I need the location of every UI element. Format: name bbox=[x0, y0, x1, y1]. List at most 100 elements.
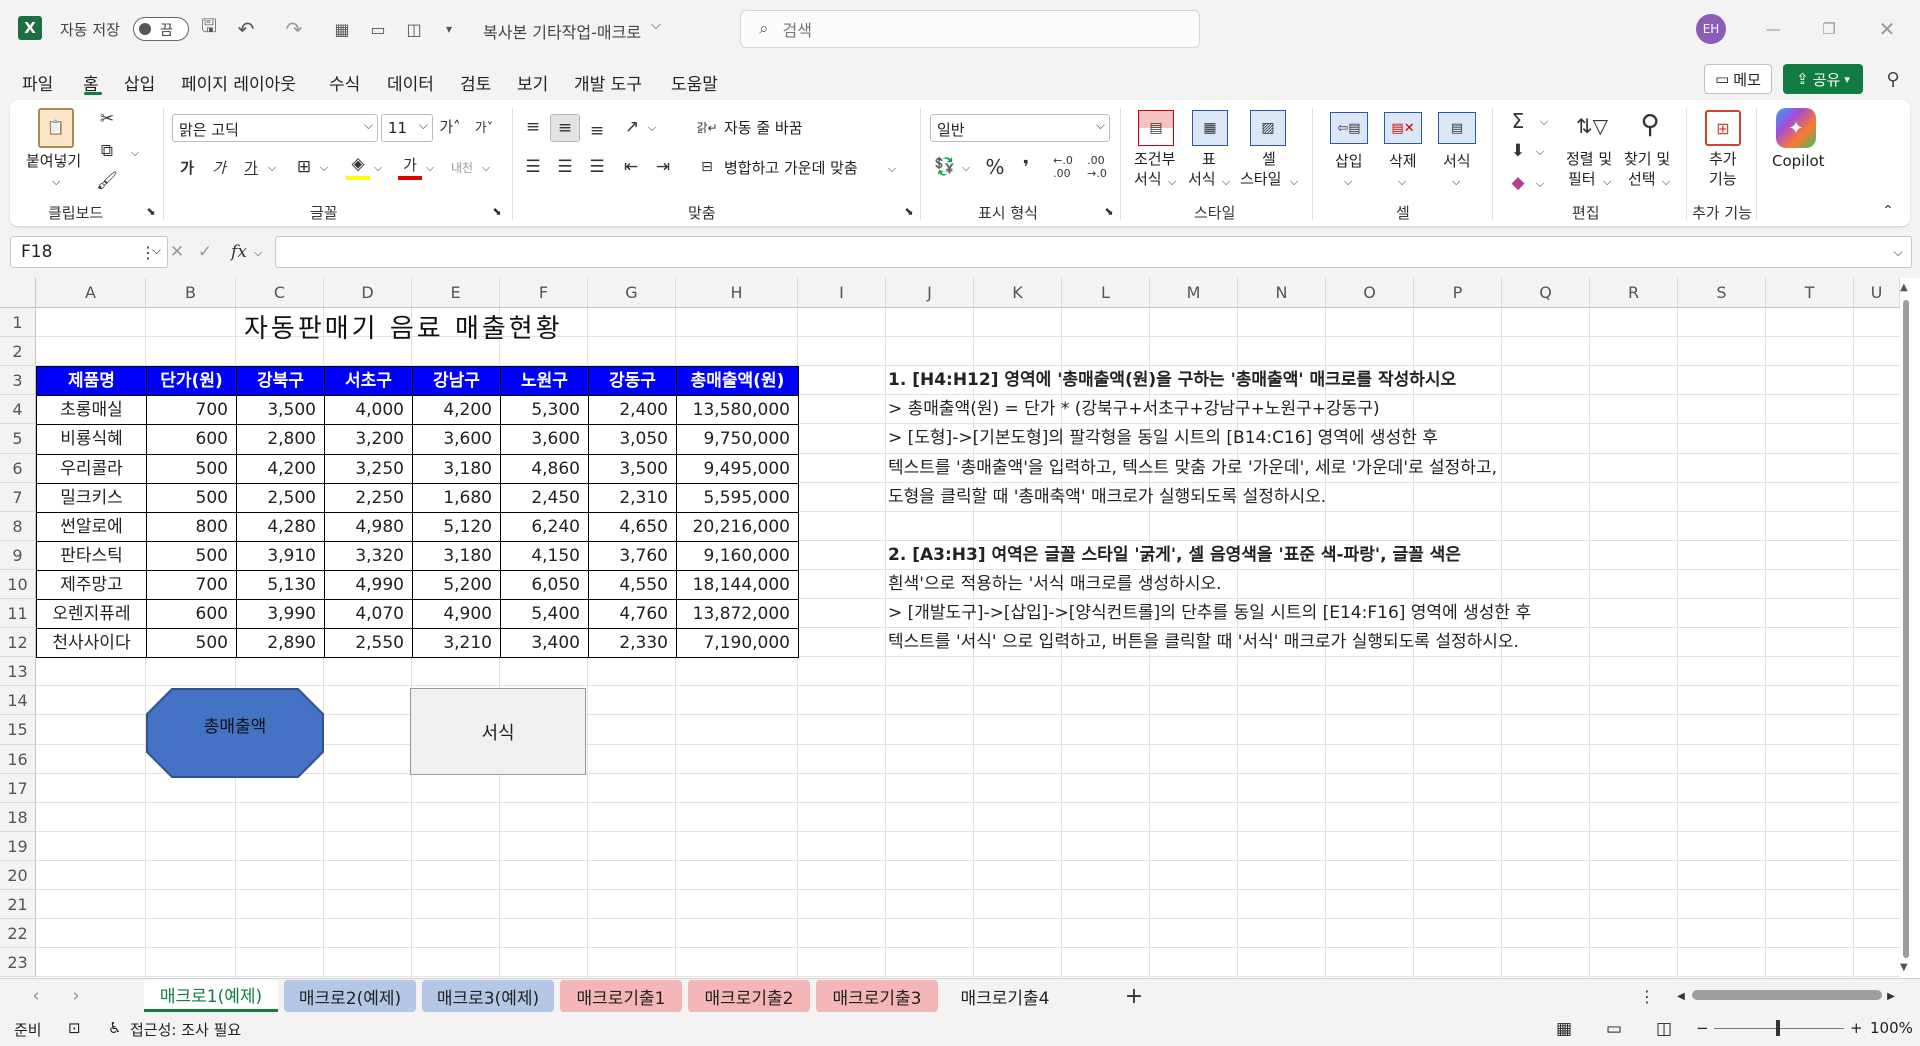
value-cell[interactable]: 5,300 bbox=[500, 395, 589, 425]
value-cell[interactable]: 3,180 bbox=[412, 454, 501, 484]
row-header-18[interactable]: 18 bbox=[0, 803, 36, 832]
find-select-icon[interactable]: ⚲ bbox=[1630, 106, 1670, 144]
copy-icon[interactable]: ⧉ bbox=[96, 140, 118, 162]
insert-cells-icon[interactable]: ⇦▤ bbox=[1330, 112, 1368, 144]
column-header-P[interactable]: P bbox=[1414, 278, 1502, 308]
zoom-out-icon[interactable]: − bbox=[1696, 1019, 1709, 1037]
sheet-tab[interactable]: 매크로기출2 bbox=[688, 980, 810, 1012]
column-header-H[interactable]: H bbox=[676, 278, 798, 308]
zoom-in-icon[interactable]: + bbox=[1850, 1019, 1863, 1037]
document-title[interactable]: 복사본 기타작업-매크로 bbox=[483, 19, 641, 43]
value-cell[interactable]: 3,600 bbox=[412, 424, 501, 455]
find-select-label-2[interactable]: 선택 bbox=[1628, 170, 1656, 189]
value-cell[interactable]: 3,910 bbox=[236, 541, 325, 571]
sheet-title[interactable]: 자동판매기 음료 매출현황 bbox=[244, 308, 563, 345]
value-cell[interactable]: 13,580,000 bbox=[676, 395, 799, 425]
cancel-icon[interactable]: ✕ bbox=[166, 240, 188, 264]
horizontal-scrollbar[interactable] bbox=[1692, 990, 1882, 1000]
add-ins-icon[interactable]: ⊞ bbox=[1705, 110, 1741, 146]
row-header-7[interactable]: 7 bbox=[0, 483, 36, 512]
value-cell[interactable]: 2,330 bbox=[588, 628, 677, 658]
value-cell[interactable]: 2,500 bbox=[236, 483, 325, 513]
wrap-text-icon[interactable]: 갉↵ bbox=[696, 116, 718, 138]
value-cell[interactable]: 2,250 bbox=[324, 483, 413, 513]
add-ins-label-2[interactable]: 기능 bbox=[1709, 170, 1737, 189]
autosum-icon[interactable]: Σ bbox=[1506, 108, 1530, 134]
font-name-select[interactable]: 맑은 고딕 ⌵ bbox=[172, 114, 378, 142]
memo-button[interactable]: ▭ 메모 bbox=[1704, 64, 1772, 94]
sort-filter-icon[interactable]: ⇅▽ bbox=[1572, 108, 1612, 144]
product-name-cell[interactable]: 밀크키스 bbox=[36, 483, 147, 513]
close-icon[interactable]: ✕ bbox=[1872, 14, 1902, 44]
expand-formula-icon[interactable]: ⌵ bbox=[1888, 240, 1908, 264]
orientation-icon[interactable]: ↗ bbox=[620, 114, 644, 140]
fill-chevron-icon[interactable]: ⌵ bbox=[372, 156, 384, 180]
product-name-cell[interactable]: 천사사이다 bbox=[36, 628, 147, 658]
instruction-line[interactable]: 2. [A3:H3] 여역은 글꼴 스타일 '굵게', 셀 음영색을 '표준 색… bbox=[888, 541, 1461, 570]
product-name-cell[interactable]: 제주망고 bbox=[36, 570, 147, 600]
value-cell[interactable]: 2,450 bbox=[500, 483, 589, 513]
clear-chevron-icon[interactable]: ⌵ bbox=[1534, 172, 1546, 196]
column-header-O[interactable]: O bbox=[1326, 278, 1414, 308]
column-header-S[interactable]: S bbox=[1678, 278, 1766, 308]
number-launcher-icon[interactable]: ⬊ bbox=[1102, 204, 1116, 218]
merge-center-label[interactable]: 병합하고 가운데 맞춤 bbox=[724, 159, 858, 178]
accessibility-status[interactable]: 접근성: 조사 필요 bbox=[130, 1019, 241, 1040]
value-cell[interactable]: 2,310 bbox=[588, 483, 677, 513]
value-cell[interactable]: 800 bbox=[146, 512, 237, 542]
value-cell[interactable]: 500 bbox=[146, 483, 237, 513]
menu-help[interactable]: 도움말 bbox=[671, 70, 718, 95]
value-cell[interactable]: 1,680 bbox=[412, 483, 501, 513]
column-header-J[interactable]: J bbox=[886, 278, 974, 308]
merge-center-icon[interactable]: ⊟ bbox=[696, 156, 718, 178]
vertical-scrollbar[interactable]: ▲ ▼ bbox=[1900, 282, 1912, 976]
sheet-tab[interactable]: 매크로2(예제) bbox=[284, 980, 416, 1012]
scroll-thumb[interactable] bbox=[1903, 300, 1909, 958]
redo-icon[interactable]: ↷ bbox=[282, 17, 306, 41]
menu-review[interactable]: 검토 bbox=[460, 70, 491, 95]
italic-icon[interactable]: 가 bbox=[208, 154, 230, 180]
row-header-6[interactable]: 6 bbox=[0, 454, 36, 483]
column-header-E[interactable]: E bbox=[412, 278, 500, 308]
restore-icon[interactable]: ❐ bbox=[1814, 14, 1844, 44]
underline-chevron-icon[interactable]: ⌵ bbox=[266, 156, 278, 180]
conditional-format-label[interactable]: 조건부 bbox=[1134, 150, 1175, 169]
column-header-M[interactable]: M bbox=[1150, 278, 1238, 308]
menu-file[interactable]: 파일 bbox=[22, 70, 53, 95]
clear-icon[interactable]: ◆ bbox=[1506, 170, 1530, 196]
value-cell[interactable]: 20,216,000 bbox=[676, 512, 799, 542]
orientation-chevron-icon[interactable]: ⌵ bbox=[646, 116, 658, 140]
value-cell[interactable]: 2,400 bbox=[588, 395, 677, 425]
hscroll-left-icon[interactable]: ◀ bbox=[1674, 986, 1688, 1006]
instruction-line[interactable]: 도형을 클릭할 때 '총매축액' 매크로가 실행되도록 설정하시오. bbox=[888, 483, 1326, 512]
row-header-2[interactable]: 2 bbox=[0, 337, 36, 366]
hscroll-right-icon[interactable]: ▶ bbox=[1884, 986, 1898, 1006]
row-header-19[interactable]: 19 bbox=[0, 832, 36, 861]
conditional-format-label-2[interactable]: 서식 bbox=[1134, 170, 1162, 189]
search-box[interactable]: ⌕ 검색 bbox=[740, 10, 1200, 48]
instruction-line[interactable]: > [도형]->[기본도형]의 팔각형을 동일 시트의 [B14:C16] 영역… bbox=[888, 424, 1438, 453]
column-header-K[interactable]: K bbox=[974, 278, 1062, 308]
font-color-icon[interactable]: 가 bbox=[398, 152, 422, 180]
column-header-F[interactable]: F bbox=[500, 278, 588, 308]
title-chevron-icon[interactable]: ⌵ bbox=[651, 18, 661, 33]
insert-cells-label[interactable]: 삽입 bbox=[1335, 152, 1363, 171]
conditional-chevron-icon[interactable]: ⌵ bbox=[1168, 172, 1176, 191]
sheet-tab[interactable]: 매크로기출1 bbox=[560, 980, 682, 1012]
minimize-icon[interactable]: — bbox=[1758, 14, 1788, 44]
border-icon[interactable]: ⊞ bbox=[292, 154, 316, 180]
sheet-tab[interactable]: 매크로3(예제) bbox=[422, 980, 554, 1012]
autosave-toggle[interactable]: 끔 bbox=[133, 17, 189, 41]
delete-chevron-icon[interactable]: ⌵ bbox=[1398, 172, 1406, 191]
value-cell[interactable]: 2,800 bbox=[236, 424, 325, 455]
row-header-9[interactable]: 9 bbox=[0, 541, 36, 570]
row-header-16[interactable]: 16 bbox=[0, 745, 36, 774]
function-chevron-icon[interactable]: ⌵ bbox=[252, 242, 264, 264]
fill-color-icon[interactable]: ◈ bbox=[346, 152, 370, 180]
table-header-cell[interactable]: 총매출액(원) bbox=[676, 366, 799, 396]
product-name-cell[interactable]: 비룡식혜 bbox=[36, 424, 147, 455]
format-table-icon[interactable]: ▦ bbox=[1192, 110, 1228, 146]
row-header-23[interactable]: 23 bbox=[0, 948, 36, 977]
value-cell[interactable]: 5,595,000 bbox=[676, 483, 799, 513]
value-cell[interactable]: 4,150 bbox=[500, 541, 589, 571]
